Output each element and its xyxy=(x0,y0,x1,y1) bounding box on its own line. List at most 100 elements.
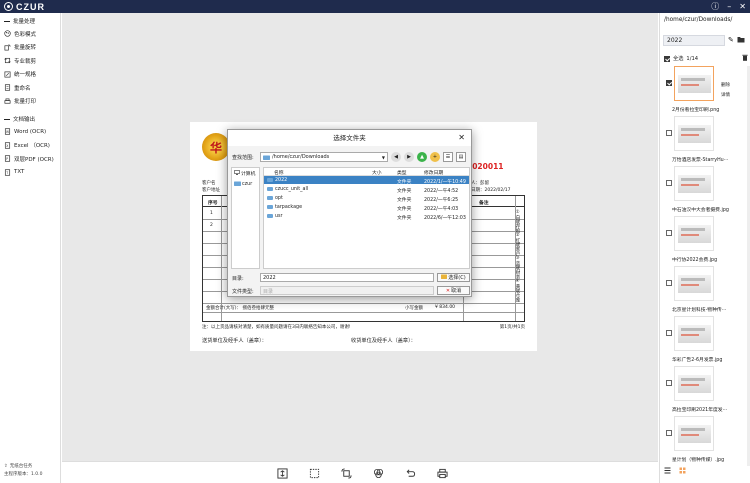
sidebar-section-batch: 批量处理 xyxy=(0,13,60,27)
thumb-detail-link[interactable]: 详情 xyxy=(721,91,730,101)
thumbnail-image[interactable] xyxy=(674,216,714,251)
undo-button[interactable] xyxy=(403,466,417,480)
edit-icon[interactable]: ✎ xyxy=(728,36,734,44)
fit-page-button[interactable] xyxy=(275,466,289,480)
file-row[interactable]: tarpackage 文件夹 2022/一午4:03 xyxy=(264,203,469,212)
undo-icon xyxy=(406,469,415,477)
app-brand: CZUR xyxy=(4,2,45,12)
thumbnail-caption: 高拉宝印刷2021年度发··· xyxy=(672,408,728,413)
list-mode-icon[interactable]: ☰ xyxy=(443,152,453,162)
print-button[interactable] xyxy=(435,466,449,480)
lookin-select[interactable]: /home/czur/Downloads ▼ xyxy=(260,152,388,162)
thumbnail-image[interactable] xyxy=(674,266,714,301)
file-row[interactable]: czucc_unit_all 文件夹 2022/一午4:52 xyxy=(264,185,469,194)
chevron-down-icon: ▼ xyxy=(381,155,385,160)
thumbnail-image[interactable] xyxy=(674,416,714,451)
sidebar-item-rename[interactable]: 重命名 xyxy=(0,81,60,95)
title-bar: CZUR ⓘ – ✕ xyxy=(0,0,750,13)
rotate-button[interactable] xyxy=(339,466,353,480)
window-controls: ⓘ – ✕ xyxy=(711,1,746,12)
forward-icon[interactable]: ▶ xyxy=(404,152,414,162)
doc-customer-name: 客户名 xyxy=(202,181,216,186)
place-czur[interactable]: czur xyxy=(232,179,259,190)
thumbnail-checkbox[interactable] xyxy=(666,430,672,436)
thumbnail-checkbox[interactable] xyxy=(666,280,672,286)
file-row[interactable]: 2022 文件夹 2022/1/一午10:49 xyxy=(264,176,469,185)
doc-sign-receiver: 收货单位及经手人（盖章）： xyxy=(351,338,416,344)
folder-name-field[interactable]: 2022 xyxy=(663,34,725,46)
minimize-icon[interactable]: – xyxy=(727,2,731,11)
open-folder-icon[interactable] xyxy=(737,36,745,45)
color-circles-icon xyxy=(373,468,383,478)
thumbnail-image[interactable] xyxy=(674,316,714,351)
select-all-checkbox[interactable] xyxy=(664,55,670,62)
thumbnail-image[interactable] xyxy=(674,116,714,151)
sidebar-item-pdf[interactable]: P 双层PDF (OCR) xyxy=(0,152,60,166)
folder-row: 2022 ✎ xyxy=(663,34,749,46)
parent-folder-icon[interactable]: ▲ xyxy=(417,152,427,162)
thumbnail-caption: 华彩广告2-6月发票.jpg xyxy=(672,358,723,363)
sidebar-section-title: 文档输出 xyxy=(13,117,36,123)
fit-page-icon xyxy=(276,467,288,479)
sidebar-item-color-mode[interactable]: 色彩模式 xyxy=(0,27,60,41)
sidebar-item-excel[interactable]: X Excel （OCR) xyxy=(0,139,60,153)
sidebar-item-word[interactable]: W Word (OCR) xyxy=(0,125,60,139)
cancel-button[interactable]: ✕ 取消 xyxy=(437,286,470,295)
rename-icon xyxy=(4,84,11,91)
new-folder-icon[interactable]: + xyxy=(430,152,440,162)
thumbnail-checkbox[interactable] xyxy=(666,380,672,386)
sidebar-item-batch-print[interactable]: 批量打印 xyxy=(0,95,60,109)
close-icon[interactable]: ✕ xyxy=(739,2,746,11)
color-mode-button[interactable] xyxy=(371,466,385,480)
trash-icon[interactable] xyxy=(742,54,748,63)
right-panel: /home/czur/Downloads/ 2022 ✎ 全选 1/14 删除 … xyxy=(659,13,750,483)
col-name[interactable]: 名称 xyxy=(274,169,284,176)
thumbnail-checkbox[interactable] xyxy=(666,330,672,336)
detail-mode-icon[interactable]: ▤ xyxy=(456,152,466,162)
select-area-button[interactable] xyxy=(307,466,321,480)
col-size[interactable]: 大小 xyxy=(372,169,382,176)
directory-input[interactable]: 2022 xyxy=(260,273,434,282)
thumbnail-checkbox[interactable] xyxy=(666,80,672,86)
grid-view-icon[interactable] xyxy=(679,467,686,476)
back-icon[interactable]: ◀ xyxy=(391,152,401,162)
place-computer[interactable]: 计算机 xyxy=(232,168,259,179)
svg-text:P: P xyxy=(6,157,8,161)
file-row[interactable]: usr 文件夹 2022/6/一午12:03 xyxy=(264,212,469,221)
sidebar-section-title: 批量处理 xyxy=(13,19,36,25)
doc-total-label: 金额合计(大写)： 捌佰叁拾肆元整 xyxy=(206,306,274,311)
sidebar-item-txt[interactable]: T TXT xyxy=(0,166,60,180)
dialog-close-icon[interactable]: ✕ xyxy=(458,133,465,142)
bottom-toolbar xyxy=(62,461,658,483)
home-folder-icon xyxy=(234,181,241,188)
thumbnail-image[interactable] xyxy=(674,166,714,201)
excel-doc-icon: X xyxy=(4,142,11,149)
cancel-x-icon: ✕ xyxy=(445,287,451,294)
file-type-select[interactable]: 目录 xyxy=(260,286,434,295)
thumbnail-checkbox[interactable] xyxy=(666,230,672,236)
thumbnail-image[interactable] xyxy=(674,66,714,101)
folder-icon xyxy=(263,155,270,160)
folder-icon xyxy=(267,214,273,218)
view-toggle xyxy=(664,467,686,476)
choose-button[interactable]: 选择(C) xyxy=(437,273,470,282)
folder-icon xyxy=(267,187,273,191)
thumb-delete-link[interactable]: 删除 xyxy=(721,81,730,91)
sidebar-item-pro-crop[interactable]: 专业裁剪 xyxy=(0,54,60,68)
upload-icon: ⇪ xyxy=(4,464,8,469)
select-area-icon xyxy=(309,468,319,478)
col-date[interactable]: 修改日期 xyxy=(424,169,443,176)
sidebar-item-unify-spec[interactable]: 统一规格 xyxy=(0,68,60,82)
thumbnail-checkbox[interactable] xyxy=(666,130,672,136)
file-row[interactable]: opt 文件夹 2022/一午6:25 xyxy=(264,194,469,203)
col-type[interactable]: 类型 xyxy=(397,169,407,176)
paperless-task-link[interactable]: ⇪ 无纸台任务 xyxy=(4,463,42,471)
thumbnail-checkbox[interactable] xyxy=(666,180,672,186)
thumbnail-caption: 北京星计划科技-物种传··· xyxy=(672,308,727,313)
thumbnail-image[interactable] xyxy=(674,366,714,401)
sidebar-item-batch-rotate[interactable]: 批量旋转 xyxy=(0,41,60,55)
help-icon[interactable]: ⓘ xyxy=(711,1,719,12)
computer-icon xyxy=(234,170,240,177)
select-folder-dialog: 选择文件夹 ✕ 查找范围: /home/czur/Downloads ▼ ◀ ▶… xyxy=(227,129,472,297)
list-view-icon[interactable] xyxy=(664,467,671,476)
